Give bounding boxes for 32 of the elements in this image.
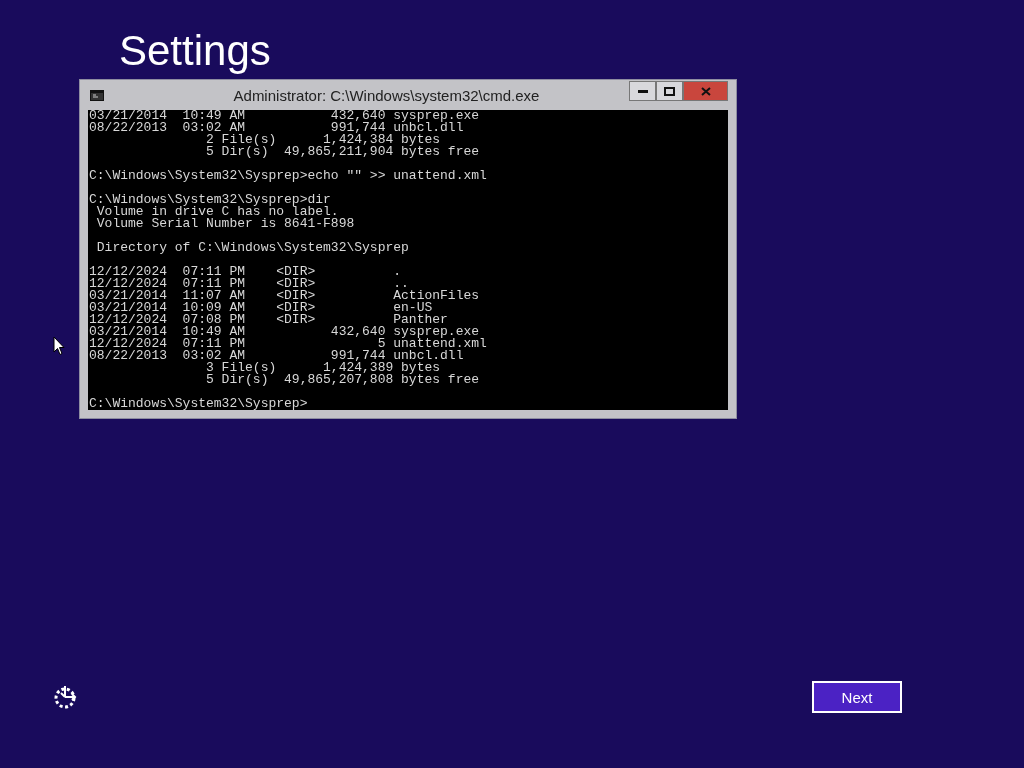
window-title: Administrator: C:\Windows\system32\cmd.exe xyxy=(232,86,541,104)
console-line: C:\Windows\System32\Sysprep>echo "" >> unattend.xml xyxy=(89,170,487,182)
next-button[interactable]: Next xyxy=(812,681,902,713)
minimize-icon xyxy=(637,89,648,93)
console-line: 03/21/2014 11:07 AM <DIR> ActionFiles xyxy=(89,290,480,302)
console-line: Directory of C:\Windows\System32\Sysprep xyxy=(95,242,409,254)
console-line: 03/21/2014 10:49 AM 432,640 sysprep.exe xyxy=(89,110,480,122)
console-line: C:\Windows\System32\Sysprep> xyxy=(89,398,308,410)
console-line: 2 File(s) 1,424,384 bytes xyxy=(205,134,441,146)
console-line: Volume Serial Number is 8641-F898 xyxy=(95,218,355,230)
console-line: 3 File(s) 1,424,389 bytes xyxy=(205,362,441,374)
close-icon xyxy=(700,86,711,96)
console-line: 03/21/2014 10:09 AM <DIR> en-US xyxy=(89,302,433,314)
console-line: C:\Windows\System32\Sysprep>dir xyxy=(89,194,331,206)
console-line: 12/12/2024 07:11 PM <DIR> . xyxy=(89,266,402,278)
maximize-icon xyxy=(664,86,675,96)
console-line: 08/22/2013 03:02 AM 991,744 unbcl.dll xyxy=(89,350,464,362)
console-line: 12/12/2024 07:08 PM <DIR> Panther xyxy=(89,314,448,326)
page-heading: Settings xyxy=(119,28,271,74)
console-line: 08/22/2013 03:02 AM 991,744 unbcl.dll xyxy=(89,122,464,134)
console-line: 03/21/2014 10:49 AM 432,640 sysprep.exe xyxy=(89,326,480,338)
console-line: Volume in drive C has no label. xyxy=(96,206,339,218)
console-line: 5 Dir(s) 49,865,207,808 bytes free xyxy=(205,374,480,386)
console-line: 5 Dir(s) 49,865,211,904 bytes free xyxy=(205,146,480,158)
console-line: 12/12/2024 07:11 PM <DIR> .. xyxy=(89,278,409,290)
close-button[interactable] xyxy=(683,81,728,101)
ease-of-access-icon[interactable] xyxy=(53,684,79,710)
minimize-button[interactable] xyxy=(629,81,656,101)
console-line: 12/12/2024 07:11 PM 5 unattend.xml xyxy=(89,338,487,350)
maximize-button[interactable] xyxy=(656,81,683,101)
mouse-pointer-icon xyxy=(53,336,65,356)
console-app-icon xyxy=(90,89,104,101)
